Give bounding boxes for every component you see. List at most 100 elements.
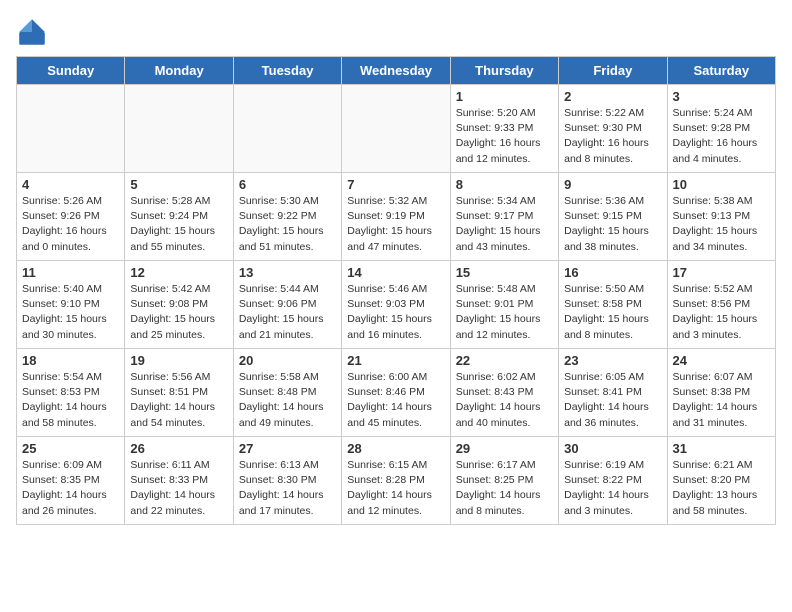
day-number: 2	[564, 89, 661, 104]
calendar-header-row: SundayMondayTuesdayWednesdayThursdayFrid…	[17, 57, 776, 85]
calendar-cell: 25 Sunrise: 6:09 AMSunset: 8:35 PMDayligh…	[17, 437, 125, 525]
calendar-cell: 27 Sunrise: 6:13 AMSunset: 8:30 PMDayligh…	[233, 437, 341, 525]
calendar-cell: 17 Sunrise: 5:52 AMSunset: 8:56 PMDayligh…	[667, 261, 775, 349]
col-header-thursday: Thursday	[450, 57, 558, 85]
col-header-monday: Monday	[125, 57, 233, 85]
day-info: Sunrise: 6:07 AMSunset: 8:38 PMDaylight:…	[673, 370, 770, 431]
day-info: Sunrise: 5:40 AMSunset: 9:10 PMDaylight:…	[22, 282, 119, 343]
calendar-cell: 29Sunrise: 6:17 AMSunset: 8:25 PMDayligh…	[450, 437, 558, 525]
day-info: Sunrise: 6:05 AMSunset: 8:41 PMDaylight:…	[564, 370, 661, 431]
calendar-cell: 13 Sunrise: 5:44 AMSunset: 9:06 PMDayligh…	[233, 261, 341, 349]
calendar-cell: 5 Sunrise: 5:28 AMSunset: 9:24 PMDaylight…	[125, 173, 233, 261]
day-number: 22	[456, 353, 553, 368]
day-number: 18	[22, 353, 119, 368]
calendar-cell: 15 Sunrise: 5:48 AMSunset: 9:01 PMDayligh…	[450, 261, 558, 349]
calendar-cell: 11Sunrise: 5:40 AMSunset: 9:10 PMDayligh…	[17, 261, 125, 349]
day-info: Sunrise: 5:46 AMSunset: 9:03 PMDaylight:…	[347, 282, 444, 343]
calendar-cell: 31 Sunrise: 6:21 AMSunset: 8:20 PMDayligh…	[667, 437, 775, 525]
day-number: 17	[673, 265, 770, 280]
day-number: 20	[239, 353, 336, 368]
week-row-1: 1Sunrise: 5:20 AMSunset: 9:33 PMDaylight…	[17, 85, 776, 173]
day-info: Sunrise: 5:50 AMSunset: 8:58 PMDaylight:…	[564, 282, 661, 343]
day-number: 7	[347, 177, 444, 192]
day-info: Sunrise: 6:19 AMSunset: 8:22 PMDaylight:…	[564, 458, 661, 519]
col-header-tuesday: Tuesday	[233, 57, 341, 85]
day-info: Sunrise: 5:44 AMSunset: 9:06 PMDaylight:…	[239, 282, 336, 343]
day-number: 16	[564, 265, 661, 280]
calendar-cell: 3 Sunrise: 5:24 AMSunset: 9:28 PMDaylight…	[667, 85, 775, 173]
day-info: Sunrise: 5:52 AMSunset: 8:56 PMDaylight:…	[673, 282, 770, 343]
day-info: Sunrise: 5:30 AMSunset: 9:22 PMDaylight:…	[239, 194, 336, 255]
calendar-cell: 1Sunrise: 5:20 AMSunset: 9:33 PMDaylight…	[450, 85, 558, 173]
day-info: Sunrise: 6:15 AMSunset: 8:28 PMDaylight:…	[347, 458, 444, 519]
day-info: Sunrise: 6:21 AMSunset: 8:20 PMDaylight:…	[673, 458, 770, 519]
col-header-friday: Friday	[559, 57, 667, 85]
calendar-cell: 19 Sunrise: 5:56 AMSunset: 8:51 PMDayligh…	[125, 349, 233, 437]
day-info: Sunrise: 5:28 AMSunset: 9:24 PMDaylight:…	[130, 194, 227, 255]
day-number: 8	[456, 177, 553, 192]
col-header-sunday: Sunday	[17, 57, 125, 85]
day-number: 24	[673, 353, 770, 368]
calendar-body: 1Sunrise: 5:20 AMSunset: 9:33 PMDaylight…	[17, 85, 776, 525]
calendar-table: SundayMondayTuesdayWednesdayThursdayFrid…	[16, 56, 776, 525]
day-number: 19	[130, 353, 227, 368]
col-header-wednesday: Wednesday	[342, 57, 450, 85]
day-number: 31	[673, 441, 770, 456]
week-row-5: 25 Sunrise: 6:09 AMSunset: 8:35 PMDayligh…	[17, 437, 776, 525]
day-number: 4	[22, 177, 119, 192]
day-number: 3	[673, 89, 770, 104]
calendar-cell: 24 Sunrise: 6:07 AMSunset: 8:38 PMDayligh…	[667, 349, 775, 437]
day-info: Sunrise: 6:02 AMSunset: 8:43 PMDaylight:…	[456, 370, 553, 431]
day-number: 25	[22, 441, 119, 456]
day-number: 14	[347, 265, 444, 280]
day-info: Sunrise: 6:11 AMSunset: 8:33 PMDaylight:…	[130, 458, 227, 519]
day-info: Sunrise: 6:09 AMSunset: 8:35 PMDaylight:…	[22, 458, 119, 519]
day-number: 9	[564, 177, 661, 192]
week-row-4: 18 Sunrise: 5:54 AMSunset: 8:53 PMDayligh…	[17, 349, 776, 437]
day-info: Sunrise: 5:32 AMSunset: 9:19 PMDaylight:…	[347, 194, 444, 255]
day-info: Sunrise: 6:13 AMSunset: 8:30 PMDaylight:…	[239, 458, 336, 519]
calendar-cell: 22 Sunrise: 6:02 AMSunset: 8:43 PMDayligh…	[450, 349, 558, 437]
day-number: 15	[456, 265, 553, 280]
day-number: 29	[456, 441, 553, 456]
calendar-cell: 12Sunrise: 5:42 AMSunset: 9:08 PMDayligh…	[125, 261, 233, 349]
day-number: 1	[456, 89, 553, 104]
calendar-cell: 9Sunrise: 5:36 AMSunset: 9:15 PMDaylight…	[559, 173, 667, 261]
calendar-cell: 21 Sunrise: 6:00 AMSunset: 8:46 PMDayligh…	[342, 349, 450, 437]
calendar-cell: 10Sunrise: 5:38 AMSunset: 9:13 PMDayligh…	[667, 173, 775, 261]
calendar-cell	[17, 85, 125, 173]
calendar-cell: 6Sunrise: 5:30 AMSunset: 9:22 PMDaylight…	[233, 173, 341, 261]
day-number: 13	[239, 265, 336, 280]
day-number: 26	[130, 441, 227, 456]
day-info: Sunrise: 5:54 AMSunset: 8:53 PMDaylight:…	[22, 370, 119, 431]
calendar-cell: 28 Sunrise: 6:15 AMSunset: 8:28 PMDayligh…	[342, 437, 450, 525]
day-info: Sunrise: 5:56 AMSunset: 8:51 PMDaylight:…	[130, 370, 227, 431]
day-number: 10	[673, 177, 770, 192]
day-number: 23	[564, 353, 661, 368]
calendar-cell: 30 Sunrise: 6:19 AMSunset: 8:22 PMDayligh…	[559, 437, 667, 525]
week-row-3: 11Sunrise: 5:40 AMSunset: 9:10 PMDayligh…	[17, 261, 776, 349]
calendar-cell	[233, 85, 341, 173]
day-info: Sunrise: 5:22 AMSunset: 9:30 PMDaylight:…	[564, 106, 661, 167]
day-number: 5	[130, 177, 227, 192]
day-info: Sunrise: 6:00 AMSunset: 8:46 PMDaylight:…	[347, 370, 444, 431]
calendar-cell: 4Sunrise: 5:26 AMSunset: 9:26 PMDaylight…	[17, 173, 125, 261]
day-number: 28	[347, 441, 444, 456]
week-row-2: 4Sunrise: 5:26 AMSunset: 9:26 PMDaylight…	[17, 173, 776, 261]
calendar-cell: 14 Sunrise: 5:46 AMSunset: 9:03 PMDayligh…	[342, 261, 450, 349]
day-info: Sunrise: 5:24 AMSunset: 9:28 PMDaylight:…	[673, 106, 770, 167]
logo	[16, 16, 52, 48]
header	[16, 16, 776, 48]
col-header-saturday: Saturday	[667, 57, 775, 85]
calendar-cell: 23 Sunrise: 6:05 AMSunset: 8:41 PMDayligh…	[559, 349, 667, 437]
day-info: Sunrise: 5:48 AMSunset: 9:01 PMDaylight:…	[456, 282, 553, 343]
day-number: 30	[564, 441, 661, 456]
day-number: 21	[347, 353, 444, 368]
day-number: 27	[239, 441, 336, 456]
calendar-cell	[342, 85, 450, 173]
day-info: Sunrise: 5:58 AMSunset: 8:48 PMDaylight:…	[239, 370, 336, 431]
calendar-cell	[125, 85, 233, 173]
calendar-cell: 8Sunrise: 5:34 AMSunset: 9:17 PMDaylight…	[450, 173, 558, 261]
calendar-cell: 2 Sunrise: 5:22 AMSunset: 9:30 PMDaylight…	[559, 85, 667, 173]
day-info: Sunrise: 5:42 AMSunset: 9:08 PMDaylight:…	[130, 282, 227, 343]
